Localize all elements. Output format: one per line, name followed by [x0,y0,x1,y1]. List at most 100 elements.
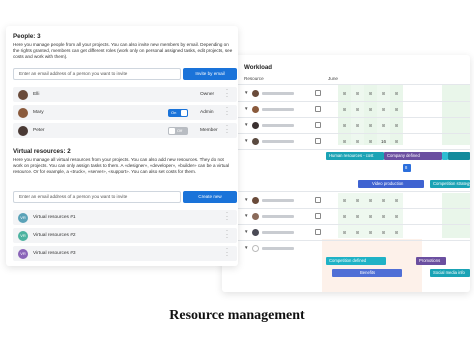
invite-email-input[interactable]: Enter an email address of a person you w… [13,68,181,80]
calendar-icon[interactable] [315,89,321,96]
more-options-icon[interactable]: · · · [226,210,230,223]
resource-row[interactable]: ▼ 8 8 8 8 8 [222,193,470,208]
virtual-resource-input[interactable]: Enter an email address of a person you w… [13,191,181,203]
workload-title: Workload [244,64,273,71]
hours-cell: 8 [343,214,346,219]
calendar-icon[interactable] [315,196,321,203]
member-role[interactable]: Member [200,128,218,133]
avatar [252,105,259,113]
calendar-icon[interactable] [315,121,321,128]
avatar [18,107,28,118]
avatar [252,196,259,204]
resource-row[interactable]: ▼ 8 8 8 8 8 [222,118,470,133]
chevron-down-icon[interactable]: ▼ [244,213,248,218]
invite-by-email-button[interactable]: Invite by email [183,68,237,80]
virtual-resource-row: VR Virtual resources #1 · · · [13,210,237,225]
hours-cell: 8 [356,123,359,128]
more-options-icon[interactable]: · · · [226,228,230,241]
toggle-knob [169,127,175,134]
virtual-resource-row: VR Virtual resources #3 · · · [13,246,237,261]
resource-row[interactable]: ▼ 8 8 8 16 8 [222,134,470,149]
hours-cell: 8 [395,123,398,128]
hours-cell: 8 [343,107,346,112]
more-options-icon[interactable]: · · · [226,105,230,118]
hours-cell: 8 [395,198,398,203]
hours-cell: 8 [382,230,385,235]
avatar [252,121,259,129]
calendar-icon[interactable] [315,228,321,235]
hours-cell: 8 [369,107,372,112]
resource-row[interactable]: ▼ 8 8 8 8 8 [222,102,470,117]
task-bar[interactable]: Promotions [416,257,446,265]
calendar-icon[interactable] [315,137,321,144]
resource-name-placeholder [262,215,294,218]
avatar [252,212,259,220]
more-options-icon[interactable]: · · · [226,123,230,136]
member-toggle[interactable]: Off [168,126,188,135]
chevron-down-icon[interactable]: ▼ [244,197,248,202]
hours-cell: 16 [380,139,387,144]
resource-name-placeholder [262,140,294,143]
task-bar[interactable]: Human resources - cost [326,152,384,160]
resource-name-placeholder [262,92,294,95]
virtual-heading: Virtual resources: 2 [13,148,71,155]
task-bar[interactable]: Video production [358,180,424,188]
chevron-down-icon[interactable]: ▼ [244,229,248,234]
chevron-down-icon[interactable]: ▼ [244,245,248,250]
hours-cell: 8 [395,107,398,112]
avatar [18,89,28,100]
task-bar[interactable]: Company defined [384,152,442,160]
chevron-down-icon[interactable]: ▼ [244,138,248,143]
resource-row[interactable]: ▼ 8 8 8 8 8 [222,86,470,101]
resource-name-placeholder [262,108,294,111]
vr-avatar: VR [18,230,28,241]
virtual-description: Here you manage all virtual resources fr… [13,157,230,175]
hours-cell: 8 [395,139,398,144]
hours-cell: 8 [369,91,372,96]
member-toggle[interactable]: On [168,108,188,117]
toggle-label: Off [177,128,183,134]
create-new-button[interactable]: Create new [183,191,237,203]
month-column-header: June [328,76,338,81]
task-bar[interactable] [448,152,470,160]
chevron-down-icon[interactable]: ▼ [244,106,248,111]
member-name: Elli [33,91,40,97]
hours-cell: 8 [343,91,346,96]
more-options-icon[interactable]: · · · [226,87,230,100]
resource-row[interactable]: ▼ 8 8 8 8 8 [222,209,470,224]
member-row: Peter Off Member · · · [13,123,237,138]
hours-cell: 8 [369,214,372,219]
member-role[interactable]: Owner [200,92,214,97]
resource-name-placeholder [262,247,294,250]
chevron-down-icon[interactable]: ▼ [244,90,248,95]
member-name: Mary [33,109,44,115]
resource-row[interactable]: ▼ 8 8 8 8 8 [222,225,470,240]
hours-cell: 8 [382,107,385,112]
calendar-icon[interactable] [315,105,321,112]
member-row: Mary On Admin · · · [13,105,237,120]
task-bar[interactable]: Social media info [430,269,470,277]
hours-cell: 8 [343,230,346,235]
avatar [252,137,259,145]
task-bar[interactable]: Competition strategy [430,180,470,188]
hours-cell: 8 [356,230,359,235]
member-role[interactable]: Admin [200,110,214,115]
hours-cell: 8 [369,139,372,144]
hours-cell: 8 [382,91,385,96]
hours-cell: 8 [395,214,398,219]
people-description: Here you manage people from all your pro… [13,42,233,60]
member-name: Peter [33,127,45,133]
more-options-icon[interactable]: · · · [226,246,230,259]
resource-column-header: Resource [244,76,264,81]
hours-cell: 8 [356,198,359,203]
calendar-icon[interactable] [315,212,321,219]
hours-cell: 8 [395,230,398,235]
hours-cell: 8 [356,214,359,219]
vr-avatar: VR [18,248,28,259]
task-bar[interactable]: 8 [403,164,411,172]
resource-row[interactable]: ▼ [222,241,470,256]
chevron-down-icon[interactable]: ▼ [244,122,248,127]
task-bar[interactable]: Benefits [332,269,402,277]
hours-cell: 8 [382,214,385,219]
task-bar[interactable]: Competition defined [326,257,386,265]
